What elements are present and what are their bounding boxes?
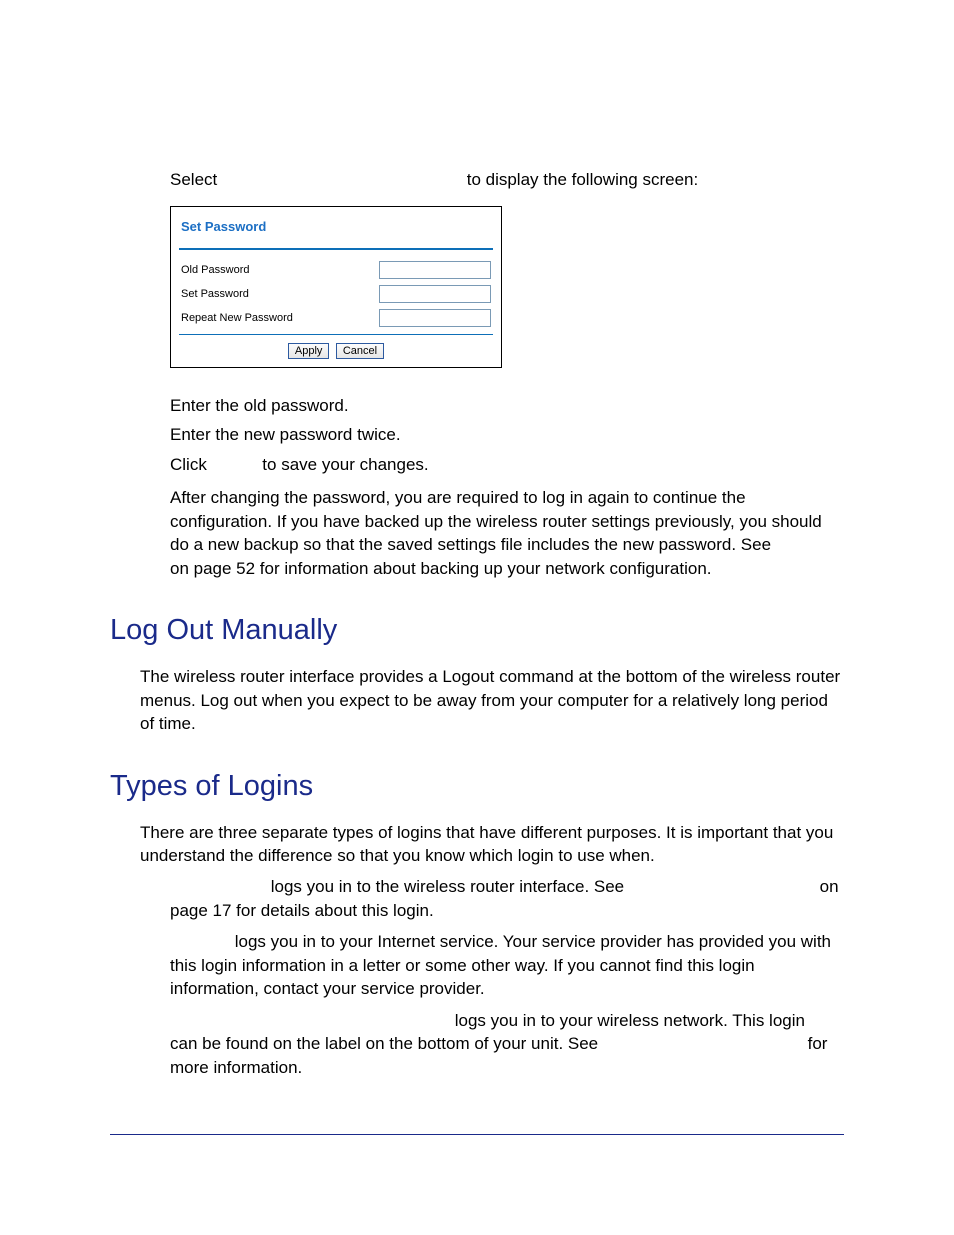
field-label: Set Password	[181, 288, 379, 300]
login-type-wireless: logs you in to your wireless network. Th…	[170, 1009, 844, 1079]
old-password-input[interactable]	[379, 261, 491, 279]
instruction-steps: Enter the old password. Enter the new pa…	[170, 394, 844, 580]
panel-button-row: Apply Cancel	[179, 339, 493, 361]
login-type-isp: logs you in to your Internet service. Yo…	[170, 930, 844, 1000]
login-type-router: logs you in to the wireless router inter…	[170, 875, 844, 922]
panel-title: Set Password	[179, 215, 493, 248]
document-page: Select to display the following screen: …	[0, 0, 954, 1235]
intro-line: Select to display the following screen:	[170, 170, 844, 190]
after-change-note: After changing the password, you are req…	[170, 486, 844, 580]
field-label: Repeat New Password	[181, 312, 379, 324]
step-2: Enter the new password twice.	[170, 423, 844, 446]
cancel-button[interactable]: Cancel	[336, 343, 384, 359]
apply-button[interactable]: Apply	[288, 343, 330, 359]
set-password-input[interactable]	[379, 285, 491, 303]
heading-log-out-manually: Log Out Manually	[110, 614, 844, 647]
step-1: Enter the old password.	[170, 394, 844, 417]
heading-types-of-logins: Types of Logins	[110, 770, 844, 803]
logout-paragraph: The wireless router interface provides a…	[140, 665, 844, 735]
field-set-password: Set Password	[179, 282, 493, 306]
intro-after: to display the following screen:	[467, 170, 699, 189]
types-intro: There are three separate types of logins…	[140, 821, 844, 868]
repeat-password-input[interactable]	[379, 309, 491, 327]
set-password-panel: Set Password Old Password Set Password R…	[170, 206, 502, 368]
intro-before: Select	[170, 170, 217, 189]
field-repeat-password: Repeat New Password	[179, 306, 493, 330]
field-old-password: Old Password	[179, 258, 493, 282]
field-label: Old Password	[181, 264, 379, 276]
footer-divider	[110, 1134, 844, 1135]
step-3: Click to save your changes.	[170, 453, 844, 476]
